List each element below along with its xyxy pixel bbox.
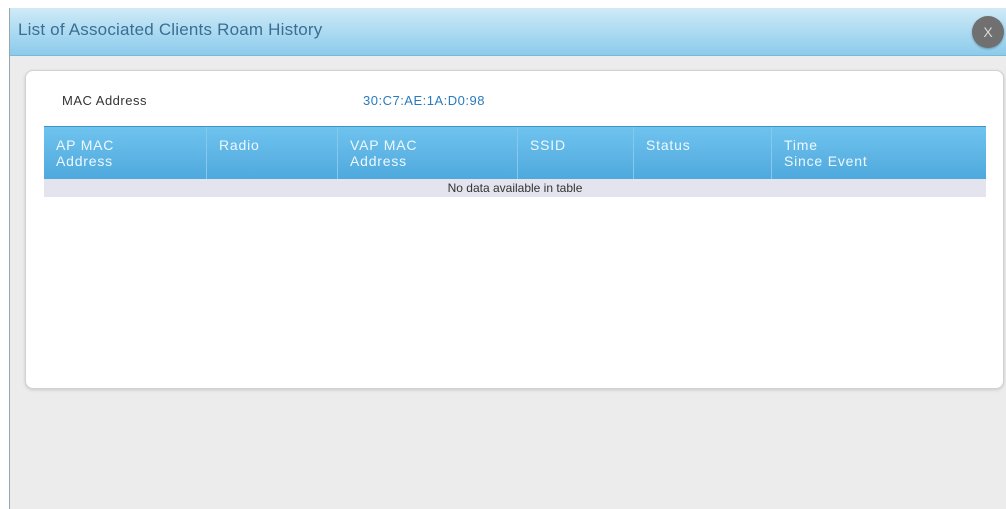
roam-history-dialog: List of Associated Clients Roam History … (9, 8, 1006, 509)
mac-address-value: 30:C7:AE:1A:D0:98 (363, 93, 485, 108)
mac-address-label: MAC Address (62, 93, 147, 108)
column-header-vap-mac-address[interactable]: VAP MAC Address (338, 127, 518, 179)
table-empty-row: No data available in table (44, 179, 986, 197)
roam-history-table: AP MAC Address Radio VAP MAC Address SSI… (44, 126, 986, 197)
close-button[interactable]: X (972, 16, 1004, 48)
close-icon: X (983, 24, 993, 40)
column-header-ssid[interactable]: SSID (518, 127, 634, 179)
dialog-title: List of Associated Clients Roam History (18, 20, 323, 39)
column-header-time-since-event[interactable]: Time Since Event (772, 127, 986, 179)
column-header-radio[interactable]: Radio (207, 127, 338, 179)
dialog-titlebar: List of Associated Clients Roam History (10, 8, 1006, 56)
column-header-ap-mac-address[interactable]: AP MAC Address (44, 127, 207, 179)
table-header: AP MAC Address Radio VAP MAC Address SSI… (44, 126, 986, 179)
column-header-status[interactable]: Status (634, 127, 772, 179)
content-panel: MAC Address 30:C7:AE:1A:D0:98 AP MAC Add… (25, 70, 1004, 389)
